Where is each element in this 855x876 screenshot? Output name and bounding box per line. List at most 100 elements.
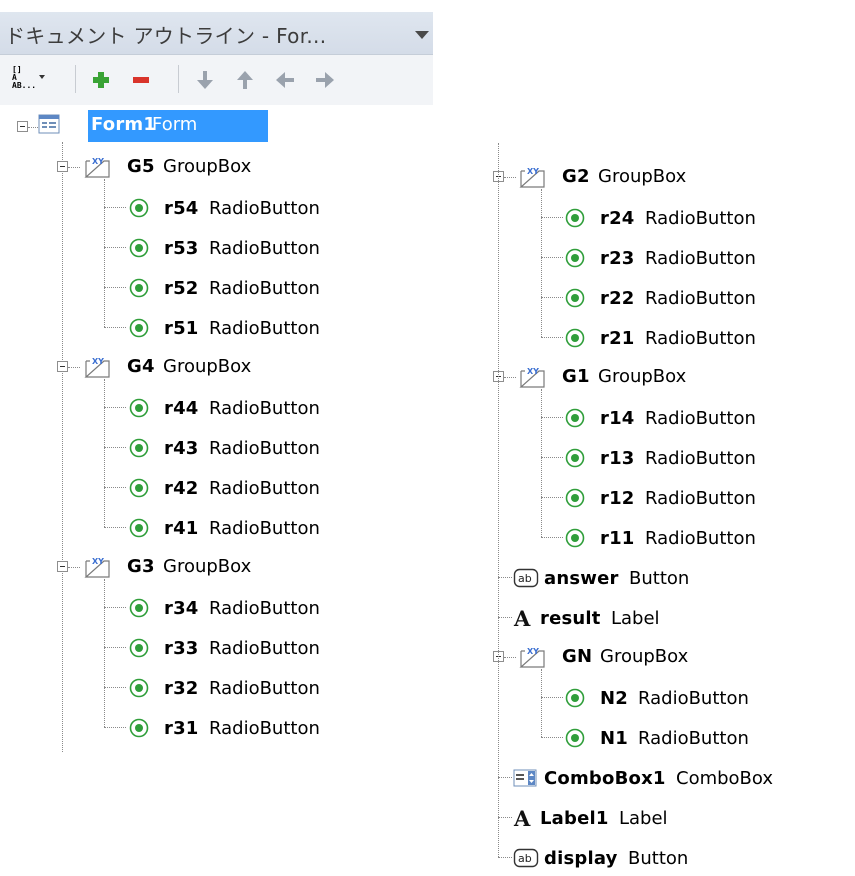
node-type: RadioButton bbox=[645, 328, 756, 349]
arrow-down-icon[interactable] bbox=[192, 63, 220, 93]
node-name: r21 bbox=[600, 328, 635, 349]
node-name: display bbox=[544, 848, 618, 869]
arrow-right-icon[interactable] bbox=[312, 63, 340, 93]
svg-text:A: A bbox=[513, 807, 531, 829]
node-type: RadioButton bbox=[645, 288, 756, 309]
radiobutton-icon bbox=[564, 527, 586, 553]
node-type: GroupBox bbox=[600, 646, 689, 667]
radiobutton-icon bbox=[128, 317, 150, 343]
svg-text:ab: ab bbox=[518, 572, 532, 585]
tree-line bbox=[104, 247, 126, 248]
node-name: r33 bbox=[164, 638, 199, 659]
tree-line bbox=[541, 417, 563, 418]
tree-line bbox=[498, 777, 512, 778]
node-name: r32 bbox=[164, 678, 199, 699]
dropdown-arrow-icon[interactable] bbox=[415, 31, 429, 39]
svg-text:XY: XY bbox=[92, 357, 104, 366]
node-name: G2 bbox=[562, 166, 590, 187]
remove-icon[interactable] bbox=[128, 63, 156, 93]
tree-line bbox=[504, 377, 516, 378]
groupbox-icon: XY bbox=[84, 555, 112, 583]
tree-line bbox=[541, 457, 563, 458]
node-name: Label1 bbox=[540, 808, 609, 829]
node-name: answer bbox=[544, 568, 619, 589]
label-icon: A bbox=[513, 806, 535, 833]
radiobutton-icon bbox=[128, 597, 150, 623]
tree-node-form1[interactable]: Form1 Form bbox=[38, 110, 268, 142]
node-name: result bbox=[540, 608, 601, 629]
tree-line bbox=[541, 537, 563, 538]
node-name: N2 bbox=[600, 688, 628, 709]
arrow-up-icon[interactable] bbox=[232, 63, 260, 93]
tree-line bbox=[104, 527, 126, 528]
toolbar-separator bbox=[75, 65, 76, 93]
tree-line bbox=[104, 687, 126, 688]
tree-line bbox=[541, 257, 563, 258]
collapse-icon[interactable] bbox=[57, 161, 68, 172]
node-type: Button bbox=[629, 568, 690, 589]
groupbox-icon: XY bbox=[84, 355, 112, 383]
radiobutton-icon bbox=[128, 517, 150, 543]
tree-line bbox=[498, 857, 512, 858]
node-type: Label bbox=[619, 808, 668, 829]
svg-text:A: A bbox=[513, 607, 531, 629]
node-type: RadioButton bbox=[209, 598, 320, 619]
tree-line bbox=[498, 617, 512, 618]
groupbox-icon: XY bbox=[519, 165, 547, 193]
tree-line bbox=[498, 817, 512, 818]
node-type: RadioButton bbox=[638, 688, 749, 709]
collapse-icon[interactable] bbox=[57, 361, 68, 372]
groupbox-icon: XY bbox=[519, 365, 547, 393]
radiobutton-icon bbox=[564, 487, 586, 513]
node-name: r11 bbox=[600, 528, 635, 549]
node-type: Button bbox=[628, 848, 689, 869]
tree-line bbox=[104, 179, 105, 327]
radiobutton-icon bbox=[128, 477, 150, 503]
groupbox-icon: XY bbox=[519, 645, 547, 673]
node-type: GroupBox bbox=[598, 166, 687, 187]
collapse-icon[interactable] bbox=[17, 121, 28, 132]
node-type: RadioButton bbox=[209, 278, 320, 299]
tree-line bbox=[104, 727, 126, 728]
tree-line bbox=[104, 447, 126, 448]
radiobutton-icon bbox=[564, 727, 586, 753]
node-name: r12 bbox=[600, 488, 635, 509]
node-type: GroupBox bbox=[163, 556, 252, 577]
node-type: RadioButton bbox=[209, 718, 320, 739]
tree-line bbox=[104, 579, 105, 727]
toolbar-separator bbox=[178, 65, 179, 93]
radiobutton-icon bbox=[564, 327, 586, 353]
node-type: GroupBox bbox=[598, 366, 687, 387]
node-type: RadioButton bbox=[209, 398, 320, 419]
form-icon bbox=[38, 113, 60, 139]
tree-line bbox=[104, 487, 126, 488]
node-type: RadioButton bbox=[209, 518, 320, 539]
combobox-icon bbox=[513, 767, 537, 793]
node-name: Form1 bbox=[91, 114, 157, 135]
node-name: r42 bbox=[164, 478, 199, 499]
radiobutton-icon bbox=[564, 287, 586, 313]
view-mode-icon[interactable]: [] A AB... bbox=[10, 63, 45, 93]
node-name: G5 bbox=[127, 156, 155, 177]
collapse-icon[interactable] bbox=[57, 561, 68, 572]
outline-toolbar: [] A AB... bbox=[0, 55, 433, 105]
tree-line bbox=[104, 327, 126, 328]
node-name: r13 bbox=[600, 448, 635, 469]
svg-text:XY: XY bbox=[92, 157, 104, 166]
panel-title-bar[interactable]: ドキュメント アウトライン - For... bbox=[0, 12, 433, 55]
node-name: r44 bbox=[164, 398, 199, 419]
tree-line bbox=[28, 127, 38, 128]
tree-line bbox=[541, 217, 563, 218]
svg-text:XY: XY bbox=[92, 557, 104, 566]
node-type: ComboBox bbox=[676, 768, 774, 789]
arrow-left-icon[interactable] bbox=[272, 63, 300, 93]
add-icon[interactable] bbox=[88, 63, 116, 93]
tree-line bbox=[68, 167, 80, 168]
tree-line bbox=[498, 143, 499, 857]
tree-line bbox=[498, 577, 512, 578]
tree-line bbox=[541, 389, 542, 537]
node-name: ComboBox1 bbox=[544, 768, 666, 789]
node-name: r51 bbox=[164, 318, 199, 339]
tree-line bbox=[541, 497, 563, 498]
document-outline-panel: ドキュメント アウトライン - For... [] A AB... Form1 … bbox=[0, 0, 433, 752]
